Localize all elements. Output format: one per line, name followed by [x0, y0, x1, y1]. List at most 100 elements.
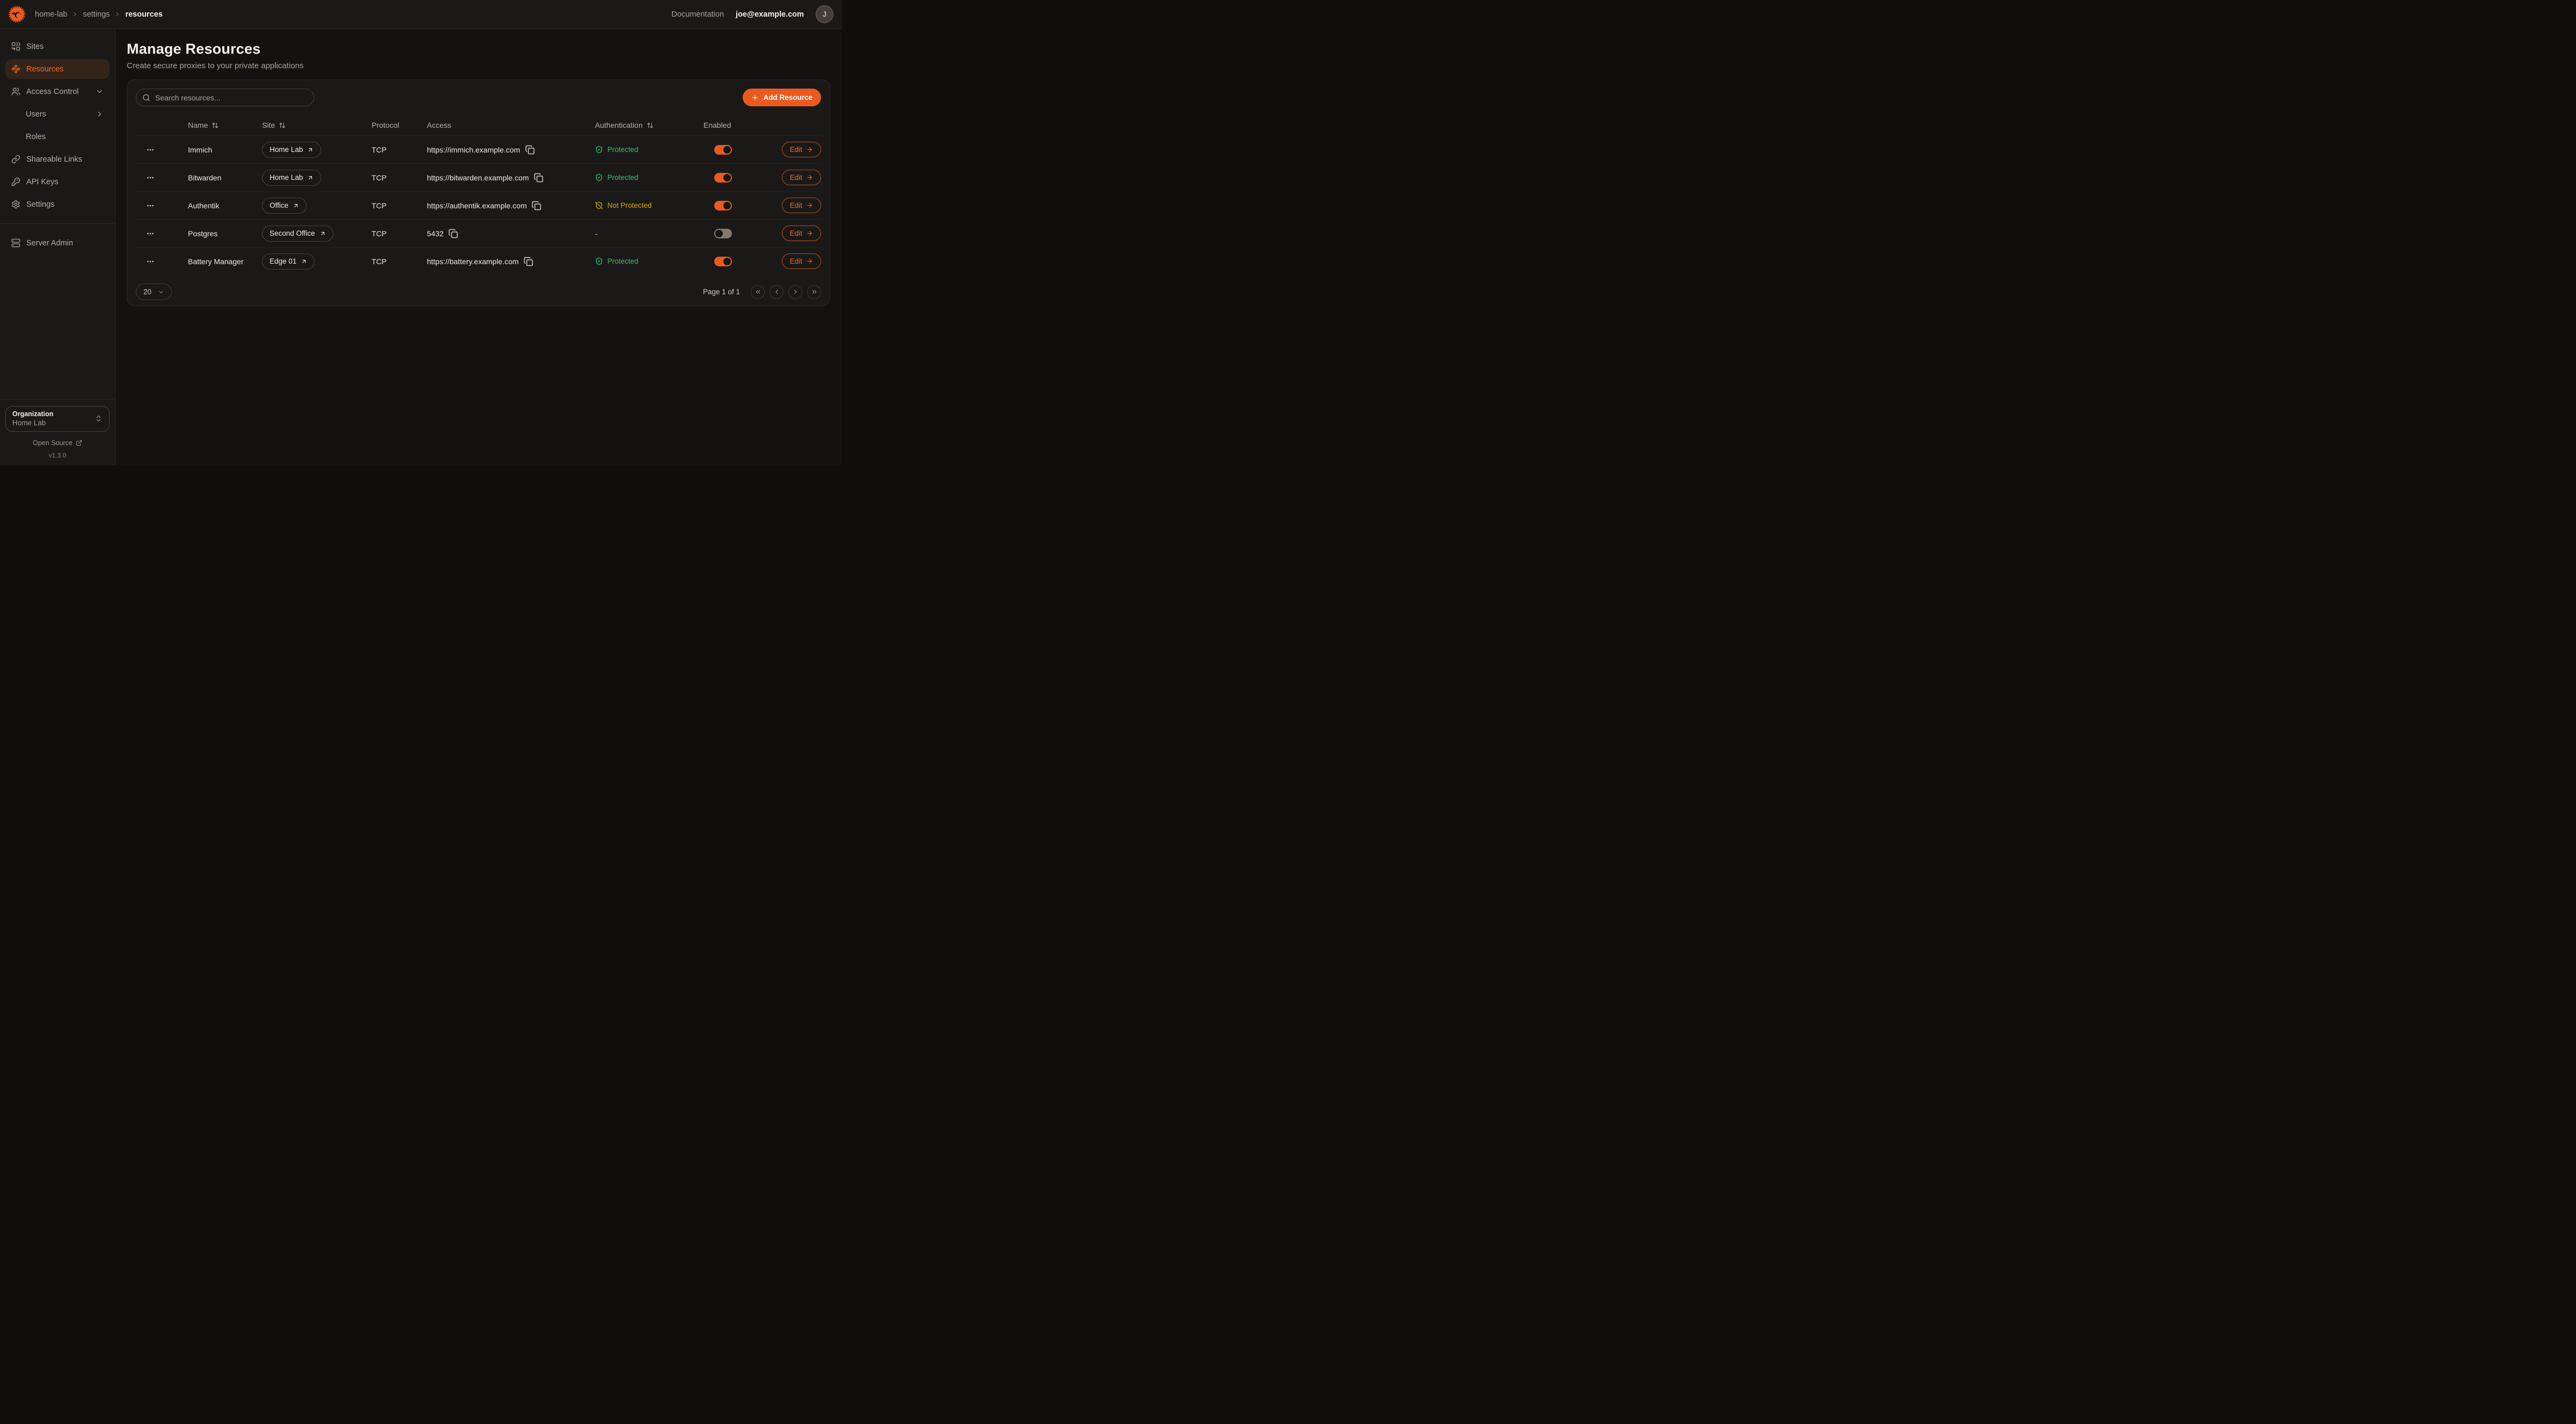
organization-label: Organization [12, 410, 53, 418]
site-name: Office [270, 201, 288, 209]
column-label: Authentication [595, 121, 643, 129]
open-source-label: Open Source [33, 439, 72, 447]
edit-button[interactable]: Edit [782, 226, 821, 241]
arrow-right-icon [806, 258, 813, 265]
protocol-value: TCP [372, 229, 427, 238]
next-page-button[interactable] [788, 285, 802, 299]
breadcrumb-settings[interactable]: settings [83, 10, 110, 19]
arrow-up-right-icon [320, 230, 326, 237]
last-page-button[interactable] [807, 285, 821, 299]
column-header-site[interactable]: Site [262, 121, 372, 129]
page-size-select[interactable]: 20 [136, 284, 172, 300]
copy-icon[interactable] [532, 201, 541, 210]
edit-button[interactable]: Edit [782, 198, 821, 213]
resources-card: Add Resource NameSiteProtocolAccess Authe… [127, 79, 830, 306]
edit-label: Edit [790, 257, 802, 265]
resources-table: NameSiteProtocolAccess Authentication Enab… [136, 115, 821, 275]
column-header-protocol: Protocol [372, 121, 427, 129]
sidebar-item-label: Resources [26, 65, 63, 74]
table-header: NameSiteProtocolAccess Authentication Enab… [136, 115, 821, 135]
main-content: Manage Resources Create secure proxies t… [115, 29, 842, 466]
column-header-name[interactable]: Name [188, 121, 262, 129]
edit-label: Edit [790, 229, 802, 237]
edit-button[interactable]: Edit [782, 142, 821, 157]
copy-icon[interactable] [524, 257, 533, 266]
sidebar-item-resources[interactable]: Resources [5, 59, 110, 79]
site-link-button[interactable]: Second Office [262, 226, 333, 242]
protocol-value: TCP [372, 257, 427, 266]
enabled-toggle[interactable] [714, 229, 732, 238]
auth-status-none: - [595, 229, 703, 238]
column-header-authentication[interactable]: Authentication [595, 121, 703, 129]
avatar[interactable]: J [816, 5, 833, 23]
edit-button[interactable]: Edit [782, 253, 821, 269]
arrow-right-icon [806, 146, 813, 153]
arrow-up-right-icon [307, 147, 314, 153]
enabled-toggle[interactable] [714, 145, 732, 155]
sidebar-item-server-admin[interactable]: Server Admin [5, 233, 110, 253]
row-menu-button[interactable] [143, 200, 157, 212]
sidebar-item-api-keys[interactable]: API Keys [5, 172, 110, 192]
auth-status-label: Protected [607, 257, 638, 265]
sidebar-item-shareable-links[interactable]: Shareable Links [5, 149, 110, 169]
column-label: Access [427, 121, 451, 129]
sidebar-item-users[interactable]: Users [5, 104, 110, 124]
sort-icon[interactable] [279, 122, 286, 129]
prev-page-button[interactable] [770, 285, 783, 299]
sidebar-item-label: Users [26, 110, 46, 119]
waypoints-icon [11, 64, 20, 74]
resources-toolbar: Add Resource [136, 89, 821, 106]
shield-check-icon [595, 173, 603, 181]
sidebar-item-access-control[interactable]: Access Control [5, 82, 110, 101]
version-label: v1.3.0 [5, 452, 110, 459]
add-resource-label: Add Resource [763, 93, 812, 101]
add-resource-button[interactable]: Add Resource [743, 89, 821, 106]
site-name: Home Lab [270, 173, 303, 181]
site-link-button[interactable]: Home Lab [262, 142, 321, 158]
access-value: https://immich.example.com [427, 146, 520, 154]
arrow-right-icon [806, 174, 813, 181]
organization-selector[interactable]: Organization Home Lab [5, 406, 110, 432]
column-label: Enabled [703, 121, 731, 129]
sidebar-divider [0, 223, 115, 224]
pangolin-logo-icon [9, 6, 25, 23]
search-input[interactable] [136, 89, 314, 106]
copy-icon[interactable] [525, 145, 535, 155]
site-link-button[interactable]: Office [262, 198, 307, 214]
open-source-link[interactable]: Open Source [5, 439, 110, 447]
copy-icon[interactable] [534, 173, 543, 183]
column-header-enabled: Enabled [703, 121, 775, 129]
row-menu-button[interactable] [143, 256, 157, 267]
documentation-link[interactable]: Documentation [672, 10, 724, 19]
auth-status-label: Protected [607, 146, 638, 154]
breadcrumb-org[interactable]: home-lab [35, 10, 67, 19]
sort-icon[interactable] [647, 122, 654, 129]
table-footer: 20 Page 1 of 1 [136, 284, 821, 300]
sidebar-item-label: Sites [26, 42, 43, 51]
edit-button[interactable]: Edit [782, 170, 821, 185]
site-link-button[interactable]: Home Lab [262, 170, 321, 186]
enabled-toggle[interactable] [714, 201, 732, 210]
sidebar-item-label: API Keys [26, 178, 59, 186]
site-name: Home Lab [270, 146, 303, 154]
app-window: home-lab settings resources Documentatio… [0, 0, 842, 466]
sidebar-item-settings[interactable]: Settings [5, 194, 110, 214]
combine-icon [11, 42, 20, 51]
sidebar-item-roles[interactable]: Roles [5, 127, 110, 147]
copy-icon[interactable] [448, 229, 458, 238]
sidebar-item-label: Settings [26, 200, 54, 209]
row-menu-button[interactable] [143, 228, 157, 239]
site-link-button[interactable]: Edge 01 [262, 253, 315, 270]
user-email[interactable]: joe@example.com [736, 10, 804, 19]
enabled-toggle[interactable] [714, 173, 732, 183]
settings-icon [11, 200, 20, 209]
row-menu-button[interactable] [143, 144, 157, 156]
chevron-down-icon [158, 289, 164, 295]
sidebar-item-sites[interactable]: Sites [5, 37, 110, 56]
sort-icon[interactable] [212, 122, 219, 129]
row-menu-button[interactable] [143, 172, 157, 184]
enabled-toggle[interactable] [714, 257, 732, 266]
first-page-button[interactable] [751, 285, 765, 299]
arrow-up-right-icon [307, 175, 314, 181]
resource-name: Authentik [188, 201, 262, 210]
